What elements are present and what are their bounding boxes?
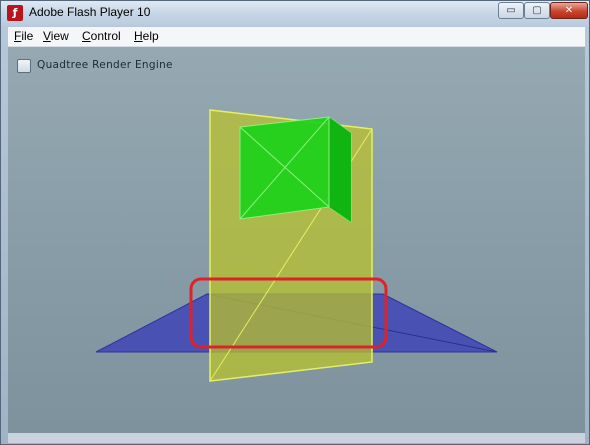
menu-bar: File View Control Help — [8, 27, 585, 47]
close-button[interactable]: ✕ — [550, 2, 588, 19]
flash-stage[interactable]: Quadtree Render Engine — [8, 47, 585, 433]
window-bottom-edge — [8, 433, 585, 443]
green-cube — [239, 116, 352, 223]
minimize-button[interactable]: ▭ — [498, 2, 524, 19]
menu-view[interactable]: View — [43, 29, 69, 43]
menu-help[interactable]: Help — [134, 29, 159, 43]
menu-file[interactable]: File — [14, 29, 33, 43]
maximize-button[interactable]: ▢ — [524, 2, 550, 19]
flash-player-window: ƒ Adobe Flash Player 10 ▭ ▢ ✕ File View … — [0, 0, 590, 445]
title-bar[interactable]: ƒ Adobe Flash Player 10 ▭ ▢ ✕ — [1, 1, 589, 26]
menu-control[interactable]: Control — [82, 29, 121, 43]
3d-scene — [95, 109, 498, 382]
window-title: Adobe Flash Player 10 — [29, 5, 151, 19]
flash-player-icon: ƒ — [7, 5, 23, 21]
